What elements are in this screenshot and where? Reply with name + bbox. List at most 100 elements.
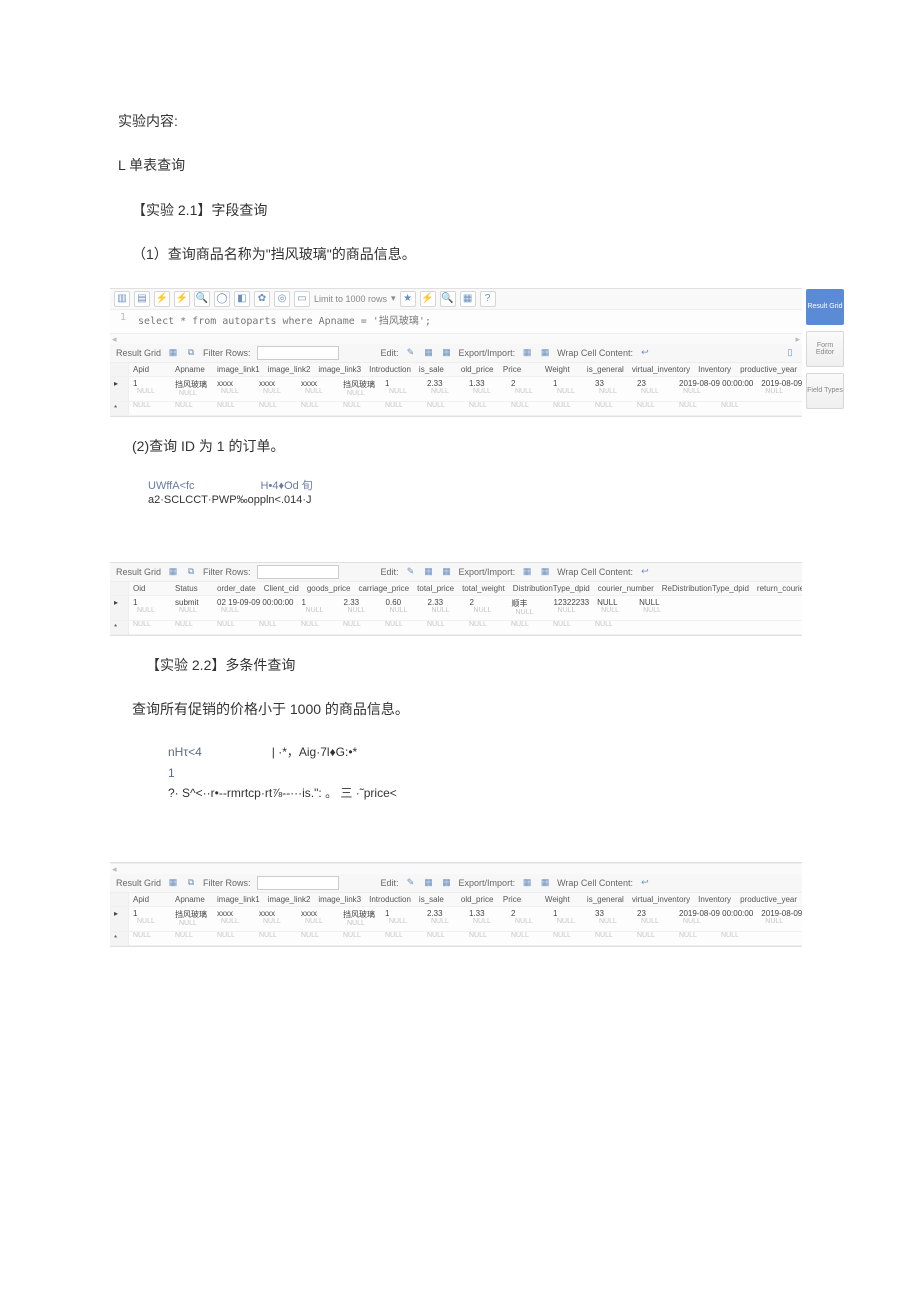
import-icon[interactable]: ▦: [539, 566, 551, 578]
grid-icon[interactable]: ▦: [167, 347, 179, 359]
column-header[interactable]: virtual_inventory: [628, 363, 694, 376]
column-header[interactable]: courier_number: [594, 582, 658, 595]
cell[interactable]: 2.33NULL: [340, 596, 382, 620]
cell[interactable]: 2019-08-09 00:00:00NULL: [675, 907, 757, 931]
grid-data-row[interactable]: ▸1NULL挡风玻璃NULLxxxxNULLxxxxNULLxxxxNULL挡风…: [110, 377, 802, 402]
cell[interactable]: 2NULL: [507, 377, 549, 401]
cell[interactable]: 33NULL: [591, 907, 633, 931]
cell[interactable]: 2.33NULL: [423, 907, 465, 931]
cell[interactable]: NULLNULL: [635, 596, 677, 620]
cell[interactable]: 顺丰NULL: [508, 596, 550, 620]
export-icon[interactable]: ▦: [521, 347, 533, 359]
cell[interactable]: 挡风玻璃NULL: [339, 377, 381, 401]
cell[interactable]: 1NULL: [298, 596, 340, 620]
open-icon[interactable]: ▥: [114, 291, 130, 307]
filter-input[interactable]: [257, 346, 339, 360]
gear-icon[interactable]: ✿: [254, 291, 270, 307]
cell[interactable]: 2019-08-09 00:00:00NULL: [675, 377, 757, 401]
import-icon[interactable]: ▦: [539, 347, 551, 359]
cell[interactable]: 12322233NULL: [550, 596, 594, 620]
column-header[interactable]: Introduction: [365, 893, 415, 906]
column-header[interactable]: is_general: [583, 893, 628, 906]
apply-icon[interactable]: ▦: [423, 347, 435, 359]
panel-toggle-icon[interactable]: ▯: [784, 347, 796, 359]
column-header[interactable]: total_price: [413, 582, 458, 595]
filter-input[interactable]: [257, 565, 339, 579]
help-icon[interactable]: ?: [480, 291, 496, 307]
column-header[interactable]: Price: [499, 363, 541, 376]
filter-icon[interactable]: ⧉: [185, 347, 197, 359]
column-header[interactable]: productive_year: [736, 363, 801, 376]
execute-icon[interactable]: ⚡: [174, 291, 190, 307]
scrollbar[interactable]: ◂: [110, 863, 802, 874]
cell[interactable]: 2NULL: [507, 907, 549, 931]
filter-icon[interactable]: ⧉: [185, 877, 197, 889]
cell[interactable]: 33NULL: [591, 377, 633, 401]
save-icon[interactable]: ▤: [134, 291, 150, 307]
column-header[interactable]: Oid: [129, 582, 171, 595]
grid-data-row[interactable]: ▸1NULLsubmitNULL02 19-09-09 00:00:00NULL…: [110, 596, 802, 621]
column-header[interactable]: image_link1: [213, 893, 264, 906]
column-header[interactable]: Inventory: [694, 363, 736, 376]
form-editor-tab[interactable]: Form Editor: [806, 331, 844, 367]
edit-icon[interactable]: ✎: [405, 347, 417, 359]
form-icon[interactable]: ▦: [460, 291, 476, 307]
cell[interactable]: xxxxNULL: [213, 377, 255, 401]
grid-data-row[interactable]: ▸1NULL挡风玻璃NULLxxxxNULLxxxxNULLxxxxNULL挡风…: [110, 907, 802, 932]
wrap-icon[interactable]: ▭: [294, 291, 310, 307]
cell[interactable]: 02 19-09-09 00:00:00NULL: [213, 596, 298, 620]
column-header[interactable]: ReDistributionType_dpid: [658, 582, 753, 595]
column-header[interactable]: Apname: [171, 363, 213, 376]
cell[interactable]: 1NULL: [129, 907, 171, 931]
column-header[interactable]: image_link2: [264, 363, 315, 376]
column-header[interactable]: Weight: [541, 363, 583, 376]
column-header[interactable]: image_link3: [314, 893, 365, 906]
column-header[interactable]: Weight: [541, 893, 583, 906]
apply-icon[interactable]: ▦: [423, 566, 435, 578]
search2-icon[interactable]: 🔍: [440, 291, 456, 307]
grid-icon[interactable]: ▦: [167, 877, 179, 889]
column-header[interactable]: DistributionType_dpid: [509, 582, 594, 595]
column-header[interactable]: old_price: [457, 363, 499, 376]
column-header[interactable]: image_link1: [213, 363, 264, 376]
filter-icon[interactable]: ⧉: [185, 566, 197, 578]
cell[interactable]: 0.60NULL: [382, 596, 424, 620]
column-header[interactable]: image_link2: [264, 893, 315, 906]
cell[interactable]: 2NULL: [466, 596, 508, 620]
grid-icon[interactable]: ▦: [167, 566, 179, 578]
cell[interactable]: 2.33NULL: [423, 377, 465, 401]
cell[interactable]: xxxxNULL: [297, 907, 339, 931]
column-header[interactable]: Introduction: [365, 363, 415, 376]
cell[interactable]: xxxxNULL: [297, 377, 339, 401]
cell[interactable]: 1NULL: [381, 907, 423, 931]
cell[interactable]: xxxxNULL: [255, 377, 297, 401]
cell[interactable]: 挡风玻璃NULL: [171, 907, 213, 931]
export-icon[interactable]: ▦: [521, 877, 533, 889]
revert-icon[interactable]: ▦: [441, 347, 453, 359]
scrollbar[interactable]: ◂▸: [110, 333, 802, 344]
column-header[interactable]: Apid: [129, 363, 171, 376]
dropdown-icon[interactable]: ▾: [391, 293, 396, 304]
revert-icon[interactable]: ▦: [441, 877, 453, 889]
cell[interactable]: 2019-08-09 00:00:00NULL: [757, 377, 802, 401]
cell[interactable]: submitNULL: [171, 596, 213, 620]
cell[interactable]: 23NULL: [633, 907, 675, 931]
toggle-icon[interactable]: ◧: [234, 291, 250, 307]
revert-icon[interactable]: ▦: [441, 566, 453, 578]
filter-input[interactable]: [257, 876, 339, 890]
cell[interactable]: 挡风玻璃NULL: [171, 377, 213, 401]
column-header[interactable]: total_weight: [458, 582, 509, 595]
wrap-toggle-icon[interactable]: ↩: [639, 566, 651, 578]
export-icon[interactable]: ▦: [521, 566, 533, 578]
cell[interactable]: 1NULL: [549, 377, 591, 401]
cell[interactable]: 1NULL: [381, 377, 423, 401]
wrap-toggle-icon[interactable]: ↩: [639, 347, 651, 359]
column-header[interactable]: image_link3: [314, 363, 365, 376]
flash-icon[interactable]: ⚡: [154, 291, 170, 307]
wrap-toggle-icon[interactable]: ↩: [639, 877, 651, 889]
column-header[interactable]: shelve_ate: [801, 363, 802, 376]
edit-icon[interactable]: ✎: [405, 566, 417, 578]
column-header[interactable]: carriage_price: [354, 582, 413, 595]
cell[interactable]: 1NULL: [129, 596, 171, 620]
column-header[interactable]: Client_cid: [260, 582, 303, 595]
